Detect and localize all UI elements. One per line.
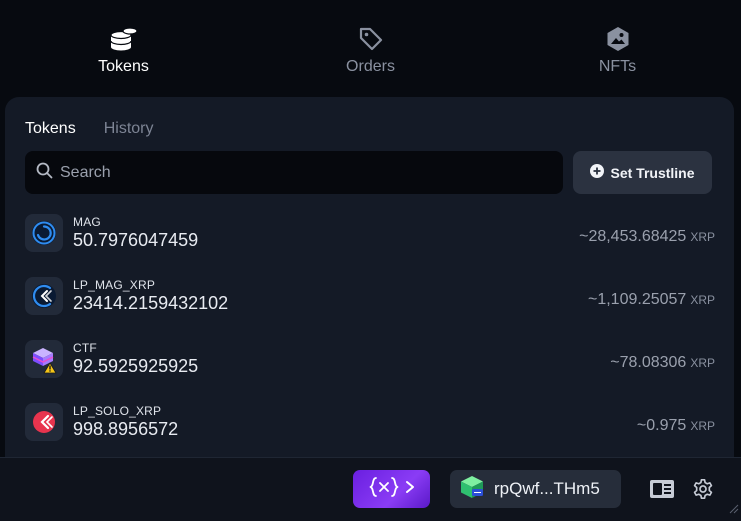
lp-solo-token-icon (25, 403, 63, 441)
tab-orders[interactable]: Orders (247, 0, 494, 96)
xapp-button[interactable] (353, 470, 430, 508)
token-balance: 998.8956572 (73, 419, 179, 439)
token-value-unit: XRP (690, 230, 715, 244)
id-card-icon[interactable] (649, 478, 675, 505)
token-balance: 50.7976047459 (73, 230, 199, 250)
coins-icon (109, 24, 139, 54)
tab-nfts[interactable]: NFTs (494, 0, 741, 96)
gear-icon[interactable] (692, 478, 714, 505)
search-input[interactable] (60, 163, 540, 182)
token-row-ctf[interactable]: CTF 92.5925925925 ~78.08306 XRP (25, 339, 715, 402)
token-list: MAG 50.7976047459 ~28,453.68425 XRP LP_MA… (25, 213, 715, 465)
tab-tokens[interactable]: Tokens (0, 0, 247, 96)
token-balance: 92.5925925925 (73, 356, 199, 376)
chevron-right-icon (405, 480, 415, 499)
token-row-lp-solo-xrp[interactable]: LP_SOLO_XRP 998.8956572 ~0.975 XRP (25, 402, 715, 465)
xapp-icon (369, 475, 399, 504)
tab-nfts-label: NFTs (598, 58, 637, 75)
tag-icon (356, 24, 386, 54)
token-value-amount: ~78.08306 (610, 354, 687, 371)
account-address: rpQwf...THm5 (494, 479, 600, 498)
token-value: ~78.08306 XRP (610, 354, 715, 372)
token-name: MAG (73, 215, 101, 229)
token-name: CTF (73, 341, 97, 355)
set-trustline-button[interactable]: Set Trustline (573, 151, 712, 194)
top-nav: Tokens Orders NFTs (0, 0, 741, 96)
token-row-lp-mag-xrp[interactable]: LP_MAG_XRP 23414.2159432102 ~1,109.25057… (25, 276, 715, 339)
token-value: ~0.975 XRP (637, 417, 715, 435)
resize-handle-icon[interactable] (729, 501, 739, 519)
set-trustline-label: Set Trustline (610, 164, 695, 181)
tokens-panel: Tokens History Set Trustline (5, 97, 734, 457)
token-balance: 23414.2159432102 (73, 293, 229, 313)
tab-tokens-label: Tokens (98, 58, 149, 75)
ctf-token-icon (25, 340, 63, 378)
subtab-tokens[interactable]: Tokens (25, 120, 76, 138)
sub-tabs: Tokens History (25, 120, 153, 138)
lp-mag-token-icon (25, 277, 63, 315)
token-row-mag[interactable]: MAG 50.7976047459 ~28,453.68425 XRP (25, 213, 715, 276)
token-value-unit: XRP (690, 419, 715, 433)
mag-token-icon (25, 214, 63, 252)
footer-bar: rpQwf...THm5 (0, 457, 741, 521)
subtab-history[interactable]: History (104, 120, 154, 138)
account-button[interactable]: rpQwf...THm5 (450, 470, 621, 508)
search-box[interactable] (25, 151, 563, 194)
token-name: LP_SOLO_XRP (73, 404, 162, 418)
tab-orders-label: Orders (346, 58, 395, 75)
token-value: ~1,109.25057 XRP (588, 291, 715, 309)
nft-image-icon (603, 24, 633, 54)
token-value-amount: ~28,453.68425 (579, 228, 687, 245)
token-value: ~28,453.68425 XRP (579, 228, 715, 246)
token-value-unit: XRP (690, 356, 715, 370)
plus-circle-icon (590, 164, 605, 181)
account-avatar-icon (459, 474, 485, 505)
token-value-unit: XRP (690, 293, 715, 307)
token-value-amount: ~1,109.25057 (587, 291, 687, 308)
token-value-amount: ~0.975 (636, 417, 687, 434)
search-icon (36, 162, 53, 184)
token-name: LP_MAG_XRP (73, 278, 156, 292)
